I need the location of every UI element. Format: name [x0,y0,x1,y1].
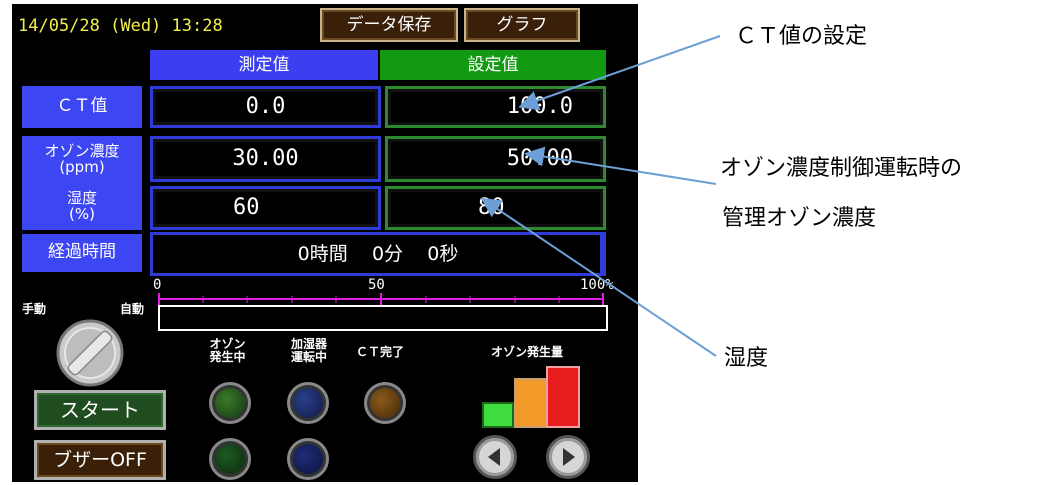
annotation-arrow-ozone [524,146,717,185]
annotation-arrow-ct [518,35,721,111]
annotation-arrow-humidity [480,197,717,357]
annotation-lines [480,35,721,357]
